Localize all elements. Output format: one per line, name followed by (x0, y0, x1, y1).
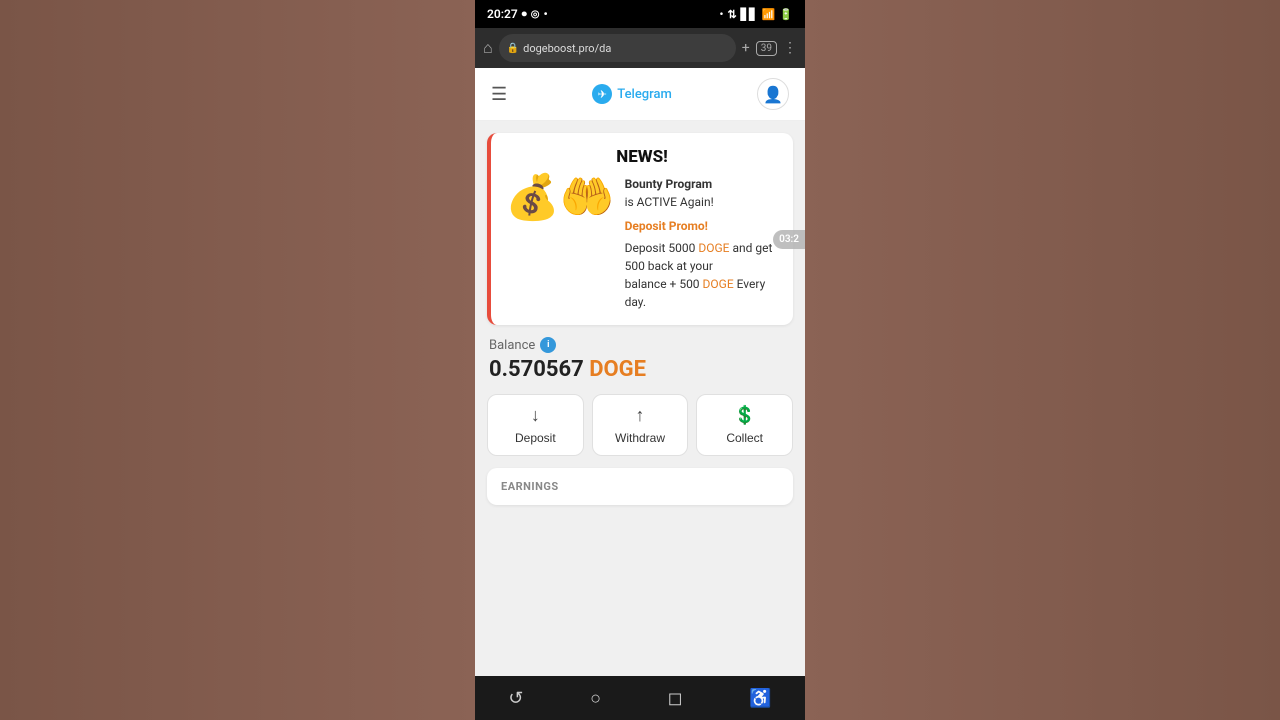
side-left-panel (0, 0, 475, 720)
hamburger-menu-button[interactable]: ☰ (491, 84, 507, 105)
clock: 20:27 (487, 7, 518, 21)
dot-indicator: • (543, 7, 547, 21)
home-button[interactable]: ○ (574, 682, 617, 715)
telegram-link[interactable]: ✈ Telegram (592, 84, 672, 104)
balance-amount: 0.570567 DOGE (489, 357, 791, 382)
news-text: Bounty Programis ACTIVE Again! Deposit P… (625, 175, 779, 311)
user-avatar-button[interactable]: 👤 (757, 78, 789, 110)
browser-toolbar: ⌂ 🔒 dogeboost.pro/da + 39 ⋮ (475, 28, 805, 68)
floating-timer: 03:2 (773, 230, 805, 249)
recents-button[interactable]: ◻ (652, 682, 699, 715)
deposit-button[interactable]: ↓ Deposit (487, 394, 584, 456)
balance-label-row: Balance i (489, 337, 791, 353)
balance-value: 0.570567 (489, 357, 584, 382)
earnings-title: EARNINGS (501, 480, 779, 493)
dot-mid: • (720, 8, 724, 21)
accessibility-button[interactable]: ♿ (733, 682, 787, 715)
balance-text: Balance (489, 338, 535, 353)
wifi-icon: 📶 (762, 8, 776, 21)
earnings-card: EARNINGS (487, 468, 793, 505)
recording-icon: ⏺ (522, 9, 527, 20)
telegram-icon: ✈ (592, 84, 612, 104)
balance-section: Balance i 0.570567 DOGE (487, 337, 793, 382)
signal-icon: ▋▋ (741, 8, 758, 21)
browser-actions: + 39 ⋮ (742, 40, 797, 56)
browser-menu-button[interactable]: ⋮ (783, 40, 797, 56)
battery-icon: 🔋 (779, 8, 793, 21)
collect-label: Collect (726, 431, 763, 445)
cast-icon: ◎ (531, 9, 540, 20)
money-bag-emoji: 💰🤲 (505, 175, 615, 219)
app-navbar: ☰ ✈ Telegram 👤 (475, 68, 805, 121)
browser-url-bar[interactable]: 🔒 dogeboost.pro/da (499, 34, 736, 62)
status-bar-left: 20:27 ⏺ ◎ • (487, 7, 548, 21)
deposit-label: Deposit (515, 431, 556, 445)
withdraw-icon: ↑ (636, 405, 645, 426)
bottom-navigation: ↺ ○ ◻ ♿ (475, 676, 805, 720)
back-button[interactable]: ↺ (492, 682, 539, 715)
status-bar-right: • ⇅ ▋▋ 📶 🔋 (720, 8, 793, 21)
collect-button[interactable]: 💲 Collect (696, 394, 793, 456)
url-text: dogeboost.pro/da (523, 42, 611, 55)
status-bar: 20:27 ⏺ ◎ • • ⇅ ▋▋ 📶 🔋 (475, 0, 805, 28)
browser-home-button[interactable]: ⌂ (483, 38, 493, 58)
avatar-icon: 👤 (763, 85, 783, 104)
action-buttons: ↓ Deposit ↑ Withdraw 💲 Collect (487, 394, 793, 456)
data-icon: ⇅ (727, 8, 736, 21)
page-content: NEWS! 💰🤲 Bounty Programis ACTIVE Again! … (475, 121, 805, 676)
news-title: NEWS! (505, 147, 779, 167)
web-page: ☰ ✈ Telegram 👤 NEWS! 💰🤲 Bounty Programis (475, 68, 805, 676)
lock-icon: 🔒 (507, 43, 519, 54)
tab-count-badge[interactable]: 39 (756, 41, 777, 56)
withdraw-button[interactable]: ↑ Withdraw (592, 394, 689, 456)
withdraw-label: Withdraw (615, 431, 665, 445)
new-tab-button[interactable]: + (742, 40, 750, 56)
collect-icon: 💲 (733, 405, 755, 426)
news-body: 💰🤲 Bounty Programis ACTIVE Again! Deposi… (505, 175, 779, 311)
balance-info-icon[interactable]: i (540, 337, 556, 353)
balance-currency: DOGE (589, 357, 646, 382)
news-card: NEWS! 💰🤲 Bounty Programis ACTIVE Again! … (487, 133, 793, 325)
deposit-icon: ↓ (531, 405, 540, 426)
side-right-panel (805, 0, 1280, 720)
telegram-label: Telegram (617, 87, 672, 102)
phone-frame: 20:27 ⏺ ◎ • • ⇅ ▋▋ 📶 🔋 ⌂ 🔒 dogeboost.pro… (475, 0, 805, 720)
